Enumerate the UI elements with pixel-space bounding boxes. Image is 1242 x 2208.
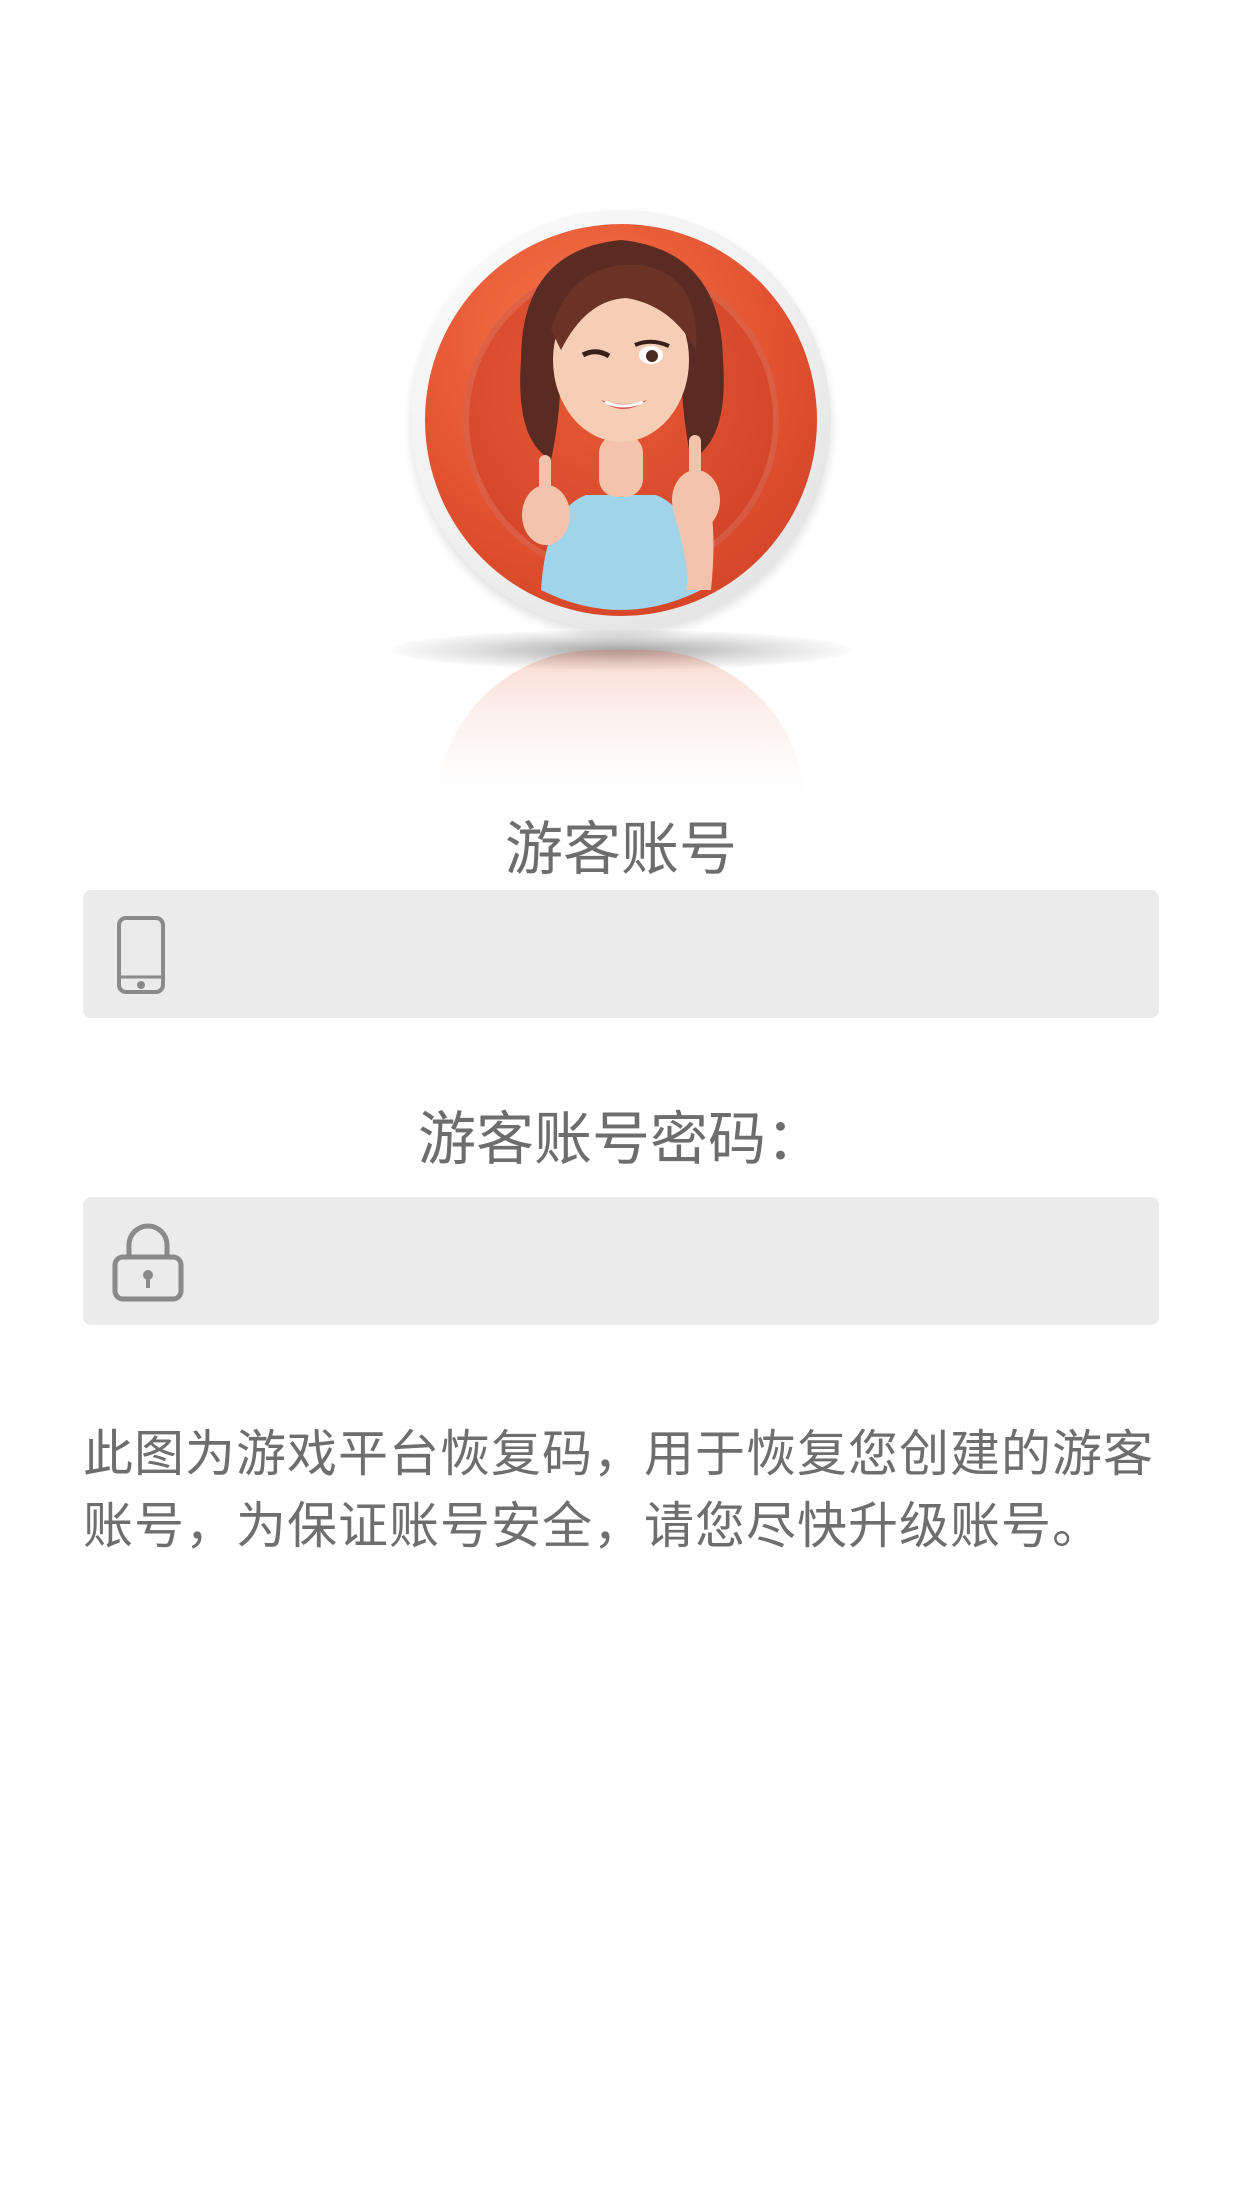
password-input[interactable] <box>213 1197 1137 1327</box>
account-label: 游客账号 <box>504 815 737 883</box>
password-field[interactable] <box>83 1197 1159 1327</box>
phone-icon <box>117 916 165 994</box>
avatar-character-image <box>520 240 724 610</box>
password-label: 游客账号密码： <box>417 1105 824 1173</box>
recovery-description: 此图为游戏平台恢复码，用于恢复您创建的游客账号，为保证账号安全，请您尽快升级账号… <box>83 1425 1154 1555</box>
account-field[interactable] <box>83 890 1159 1020</box>
avatar-reflection <box>436 650 806 810</box>
avatar <box>411 210 831 630</box>
account-input[interactable] <box>213 890 1137 1020</box>
lock-icon <box>112 1223 184 1302</box>
